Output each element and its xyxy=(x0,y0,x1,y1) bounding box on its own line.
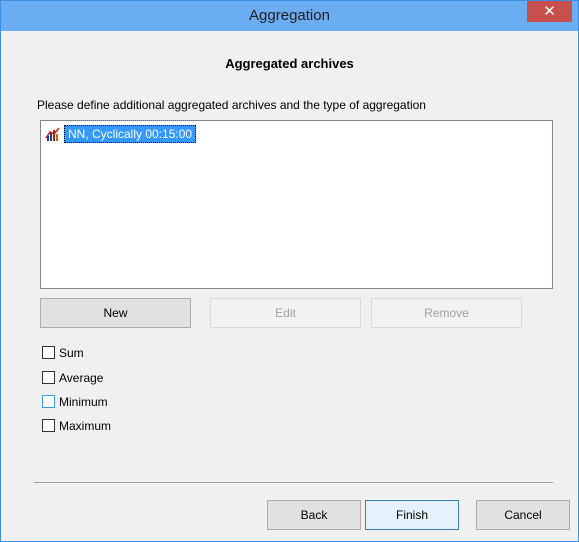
list-item-label: NN, Cyclically 00:15:00 xyxy=(64,125,197,143)
maximum-label: Maximum xyxy=(59,418,112,433)
remove-button[interactable]: Remove xyxy=(371,298,522,328)
page-heading: Aggregated archives xyxy=(225,56,354,71)
instruction-text: Please define additional aggregated arch… xyxy=(37,98,426,112)
maximum-checkbox[interactable] xyxy=(42,419,55,432)
list-item[interactable]: NN, Cyclically 00:15:00 xyxy=(45,125,197,143)
dialog-window: Aggregation ✕ Aggregated archives Please… xyxy=(0,0,579,542)
back-button[interactable]: Back xyxy=(267,500,361,530)
average-label: Average xyxy=(59,370,104,385)
aggregated-archive-icon xyxy=(45,127,60,141)
minimum-option[interactable]: Minimum xyxy=(42,394,108,409)
maximum-option[interactable]: Maximum xyxy=(42,418,111,433)
average-option[interactable]: Average xyxy=(42,370,103,385)
edit-button[interactable]: Edit xyxy=(210,298,361,328)
window-title: Aggregation xyxy=(249,7,330,24)
sum-checkbox[interactable] xyxy=(42,346,55,359)
cancel-button[interactable]: Cancel xyxy=(476,500,570,530)
footer-separator xyxy=(34,482,553,484)
finish-button[interactable]: Finish xyxy=(365,500,459,530)
average-checkbox[interactable] xyxy=(42,371,55,384)
title-bar[interactable]: Aggregation ✕ xyxy=(1,1,578,31)
minimum-checkbox[interactable] xyxy=(42,395,55,408)
archives-listbox[interactable]: NN, Cyclically 00:15:00 xyxy=(40,120,553,289)
new-button[interactable]: New xyxy=(40,298,191,328)
sum-label: Sum xyxy=(59,345,84,360)
close-button[interactable]: ✕ xyxy=(527,1,572,22)
sum-option[interactable]: Sum xyxy=(42,345,84,360)
minimum-label: Minimum xyxy=(59,394,108,409)
